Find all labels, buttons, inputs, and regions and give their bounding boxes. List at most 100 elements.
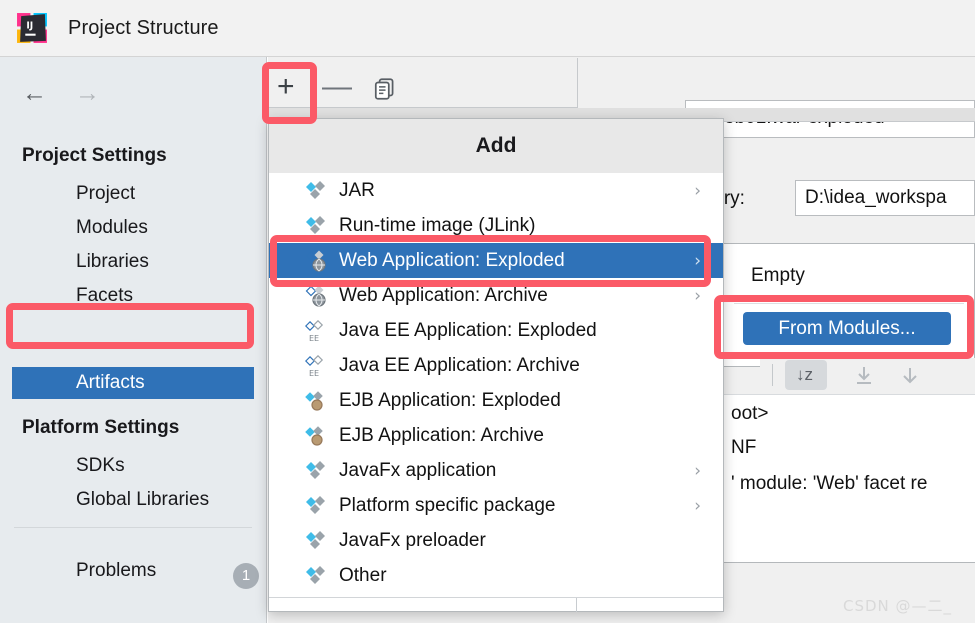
web-artifact-icon bbox=[305, 285, 331, 307]
chevron-right-icon: › bbox=[694, 181, 701, 201]
add-menu-item-label: EJB Application: Archive bbox=[339, 424, 544, 446]
tree-line-1: oot> bbox=[731, 403, 769, 424]
add-menu-item[interactable]: JavaFx preloader bbox=[269, 523, 723, 558]
remove-button[interactable]: — bbox=[322, 72, 352, 102]
chevron-right-icon: › bbox=[694, 251, 701, 271]
add-menu-item[interactable]: EE Java EE Application: Exploded bbox=[269, 313, 723, 348]
sidebar-item-libraries[interactable]: Libraries bbox=[76, 251, 149, 273]
output-directory-value: D:\idea_workspa bbox=[805, 187, 947, 208]
add-menu-item-label: Platform specific package bbox=[339, 494, 556, 516]
add-menu-item[interactable]: Web Application: Exploded › bbox=[269, 243, 723, 278]
sidebar-group-project-settings: Project Settings bbox=[22, 145, 167, 166]
web-artifact-icon bbox=[305, 250, 326, 272]
popup-item-empty[interactable]: Empty bbox=[751, 265, 805, 287]
add-menu-item[interactable]: JAR › bbox=[269, 173, 723, 208]
add-artifact-menu: Add JAR › Run-time image (JLink) Web Applic… bbox=[268, 118, 724, 612]
arrow-down-icon[interactable] bbox=[898, 364, 922, 388]
copy-icon[interactable] bbox=[372, 76, 398, 102]
add-menu-item-label: JavaFx preloader bbox=[339, 529, 486, 551]
artifact-jar-icon bbox=[306, 530, 325, 549]
window-title-bar: IJ Project Structure bbox=[0, 0, 975, 57]
web-artifact-icon bbox=[305, 250, 331, 272]
javaee-artifact-icon: EE bbox=[304, 354, 324, 378]
add-menu-item[interactable]: Run-time image (JLink) bbox=[269, 208, 723, 243]
page-title: Project Structure bbox=[68, 17, 219, 39]
artifact-jar-icon bbox=[306, 565, 325, 584]
artifact-jar-icon bbox=[305, 180, 331, 202]
arrow-right-icon[interactable]: → bbox=[75, 81, 100, 106]
javaee-artifact-icon: EE bbox=[304, 319, 324, 343]
popup-divider bbox=[734, 303, 964, 304]
add-menu-item-label: EJB Application: Exploded bbox=[339, 389, 561, 411]
sidebar-item-facets[interactable]: Facets bbox=[76, 285, 133, 307]
add-menu-item-label: Java EE Application: Archive bbox=[339, 354, 580, 376]
svg-text:EE: EE bbox=[309, 334, 319, 342]
artifact-jar-icon bbox=[305, 460, 331, 482]
add-menu-list: JAR › Run-time image (JLink) Web Applicatio… bbox=[269, 173, 723, 593]
sidebar-item-problems[interactable]: Problems bbox=[76, 560, 156, 582]
add-menu-item[interactable]: Platform specific package › bbox=[269, 488, 723, 523]
problems-count-badge: 1 bbox=[233, 563, 259, 589]
artifact-jar-icon bbox=[305, 495, 331, 517]
add-menu-item-label: JAR bbox=[339, 179, 375, 201]
add-menu-item-label: Java EE Application: Exploded bbox=[339, 319, 597, 341]
intellij-idea-logo-icon: IJ bbox=[17, 13, 47, 43]
menu-footer-divider bbox=[269, 597, 723, 598]
sidebar-item-sdks[interactable]: SDKs bbox=[76, 455, 125, 477]
artifact-structure-sort-bar: ↓z bbox=[760, 358, 975, 394]
sort-alpha-down-icon: ↓z bbox=[796, 365, 813, 384]
add-menu-item[interactable]: EE Java EE Application: Archive bbox=[269, 348, 723, 383]
artifact-jar-icon bbox=[305, 565, 331, 587]
add-menu-item[interactable]: EJB Application: Exploded bbox=[269, 383, 723, 418]
add-menu-item[interactable]: EJB Application: Archive bbox=[269, 418, 723, 453]
sidebar-item-artifacts[interactable]: Artifacts bbox=[12, 367, 254, 399]
javaee-artifact-icon: EE bbox=[304, 319, 331, 343]
chevron-right-icon: › bbox=[694, 286, 701, 306]
javaee-artifact-icon: EE bbox=[304, 354, 331, 378]
artifact-jar-icon bbox=[306, 495, 325, 514]
sidebar-group-platform-settings: Platform Settings bbox=[22, 417, 180, 438]
chevron-right-icon: › bbox=[694, 461, 701, 481]
tree-line-2: NF bbox=[731, 437, 757, 458]
web-artifact-icon bbox=[305, 285, 326, 307]
sidebar-item-modules[interactable]: Modules bbox=[76, 217, 148, 239]
artifact-output-tree[interactable]: oot> NF ' module: 'Web' facet re bbox=[722, 394, 975, 562]
add-menu-item[interactable]: Web Application: Archive › bbox=[269, 278, 723, 313]
ejb-artifact-icon bbox=[305, 425, 331, 447]
svg-text:EE: EE bbox=[309, 369, 319, 377]
svg-text:IJ: IJ bbox=[26, 21, 33, 32]
add-menu-item-label: Web Application: Archive bbox=[339, 284, 548, 306]
artifacts-toolbar bbox=[268, 58, 578, 108]
add-button[interactable]: + bbox=[277, 72, 295, 102]
artifact-jar-icon bbox=[305, 215, 331, 237]
artifact-template-popup: Empty From Modules... bbox=[722, 243, 975, 367]
toolbar-separator bbox=[577, 58, 578, 108]
menu-footer-separator bbox=[576, 598, 577, 612]
ejb-artifact-icon bbox=[305, 390, 331, 412]
add-menu-item[interactable]: JavaFx application › bbox=[269, 453, 723, 488]
ejb-artifact-icon bbox=[305, 425, 323, 446]
align-bottom-icon[interactable] bbox=[852, 364, 876, 388]
add-menu-item-label: Web Application: Exploded bbox=[339, 249, 565, 271]
ejb-artifact-icon bbox=[305, 390, 323, 411]
artifact-jar-icon bbox=[306, 460, 325, 479]
navigation-arrows: ← → bbox=[22, 81, 100, 106]
tree-line-3: ' module: 'Web' facet re bbox=[731, 473, 928, 494]
artifact-jar-icon bbox=[305, 530, 331, 552]
chevron-right-icon: › bbox=[694, 496, 701, 516]
from-modules-button[interactable]: From Modules... bbox=[743, 312, 951, 345]
add-menu-item-label: Other bbox=[339, 564, 387, 586]
sidebar-item-global-libraries[interactable]: Global Libraries bbox=[76, 489, 209, 511]
settings-sidebar: ← → Project Settings Project Modules Lib… bbox=[0, 57, 267, 623]
add-menu-item-label: JavaFx application bbox=[339, 459, 497, 481]
arrow-left-icon[interactable]: ← bbox=[22, 81, 47, 106]
add-menu-item-label: Run-time image (JLink) bbox=[339, 214, 536, 236]
csdn-watermark: CSDN @—二_ bbox=[843, 597, 953, 615]
sort-bar-divider bbox=[772, 364, 773, 386]
sidebar-item-project[interactable]: Project bbox=[76, 183, 135, 205]
add-menu-header: Add bbox=[269, 119, 723, 173]
artifact-jar-icon bbox=[306, 215, 325, 234]
right-panel-bottom-divider bbox=[722, 562, 975, 563]
sidebar-divider bbox=[14, 527, 252, 528]
add-menu-item[interactable]: Other bbox=[269, 558, 723, 593]
